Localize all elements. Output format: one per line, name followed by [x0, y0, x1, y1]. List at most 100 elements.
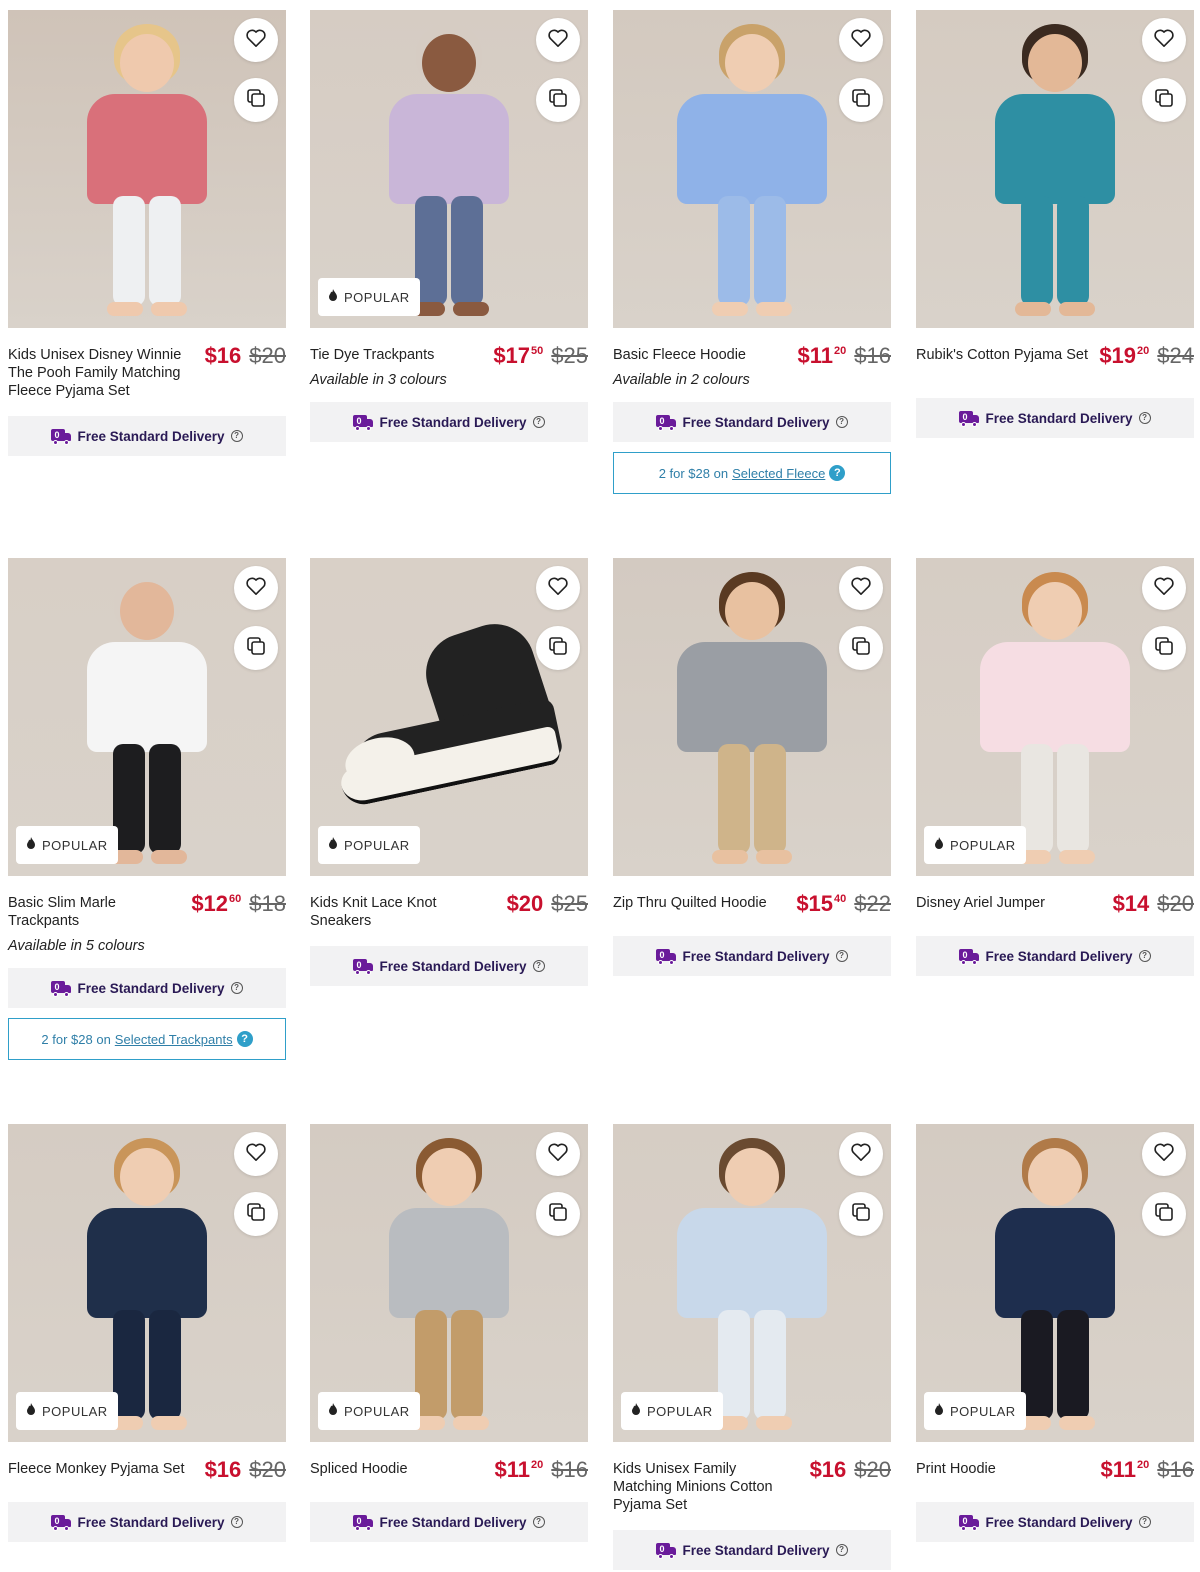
product-name[interactable]: Disney Ariel Jumper: [916, 894, 1096, 912]
product-image[interactable]: [613, 10, 891, 328]
help-icon[interactable]: ?: [230, 982, 243, 994]
product-name[interactable]: Kids Unisex Family Matching Minions Cott…: [613, 1460, 793, 1514]
product-name[interactable]: Rubik's Cotton Pyjama Set: [916, 346, 1096, 364]
product-name[interactable]: Fleece Monkey Pyjama Set: [8, 1460, 188, 1478]
was-price: $18: [249, 891, 286, 916]
compare-button[interactable]: [839, 1192, 883, 1236]
wishlist-heart-button[interactable]: [839, 18, 883, 62]
product-card[interactable]: POPULAR Disney Ariel Jumper $14 $20 0 Fr…: [916, 558, 1194, 976]
help-icon[interactable]: ?: [835, 416, 848, 428]
product-name[interactable]: Print Hoodie: [916, 1460, 1096, 1478]
wishlist-heart-button[interactable]: [839, 1132, 883, 1176]
product-image[interactable]: [8, 10, 286, 328]
compare-button[interactable]: [1142, 626, 1186, 670]
popular-label: POPULAR: [42, 1403, 108, 1419]
product-card[interactable]: POPULAR Fleece Monkey Pyjama Set $16 $20…: [8, 1124, 286, 1542]
compare-button[interactable]: [839, 78, 883, 122]
popular-badge: POPULAR: [318, 278, 420, 316]
product-image[interactable]: POPULAR: [310, 10, 588, 328]
was-price: $24: [1157, 343, 1194, 368]
help-icon[interactable]: ?: [1138, 412, 1151, 424]
product-name[interactable]: Spliced Hoodie: [310, 1460, 490, 1478]
wishlist-heart-button[interactable]: [234, 18, 278, 62]
product-image[interactable]: POPULAR: [916, 558, 1194, 876]
product-image[interactable]: POPULAR: [8, 1124, 286, 1442]
product-name[interactable]: Tie Dye Trackpants: [310, 346, 490, 364]
price-block: $19 20 $24: [1099, 344, 1194, 368]
product-name[interactable]: Zip Thru Quilted Hoodie: [613, 894, 793, 912]
promo-link[interactable]: Selected Fleece: [732, 466, 825, 481]
multibuy-promo[interactable]: 2 for $28 on Selected Trackpants?: [8, 1018, 286, 1060]
heart-icon: [850, 1142, 872, 1167]
compare-button[interactable]: [234, 626, 278, 670]
heart-icon: [1153, 1142, 1175, 1167]
help-icon[interactable]: ?: [835, 950, 848, 962]
product-card[interactable]: Basic Fleece Hoodie $11 20 $16 Available …: [613, 10, 891, 494]
help-icon[interactable]: ?: [532, 1516, 545, 1528]
promo-prefix: 2 for $28 on: [41, 1031, 111, 1047]
info-icon[interactable]: ?: [829, 465, 846, 481]
info-icon[interactable]: ?: [236, 1031, 253, 1047]
delivery-label: Free Standard Delivery: [379, 414, 527, 430]
product-card[interactable]: Rubik's Cotton Pyjama Set $19 20 $24 0 Fr…: [916, 10, 1194, 438]
product-card[interactable]: POPULAR Print Hoodie $11 20 $16 0 Free St…: [916, 1124, 1194, 1542]
compare-icon: [548, 636, 568, 661]
product-card[interactable]: Zip Thru Quilted Hoodie $15 40 $22 0 Free…: [613, 558, 891, 976]
product-name[interactable]: Basic Slim Marle Trackpants: [8, 894, 188, 930]
delivery-label: Free Standard Delivery: [985, 948, 1133, 964]
product-card[interactable]: POPULAR Kids Knit Lace Knot Sneakers $20…: [310, 558, 588, 986]
promo-link[interactable]: Selected Trackpants: [115, 1032, 233, 1047]
help-icon[interactable]: ?: [532, 960, 545, 972]
compare-button[interactable]: [536, 1192, 580, 1236]
product-card[interactable]: POPULAR Tie Dye Trackpants $17 50 $25 Ava…: [310, 10, 588, 442]
price-dollars: $16: [809, 1457, 847, 1482]
product-card[interactable]: Kids Unisex Disney Winnie The Pooh Famil…: [8, 10, 286, 456]
product-name[interactable]: Kids Knit Lace Knot Sneakers: [310, 894, 490, 930]
help-icon[interactable]: ?: [230, 430, 243, 442]
price-block: $16 $20: [205, 344, 286, 368]
product-image[interactable]: POPULAR: [310, 558, 588, 876]
price-block: $11 20 $16: [798, 344, 891, 368]
help-icon[interactable]: ?: [1138, 950, 1151, 962]
wishlist-heart-button[interactable]: [234, 1132, 278, 1176]
product-image[interactable]: [916, 10, 1194, 328]
product-name[interactable]: Kids Unisex Disney Winnie The Pooh Famil…: [8, 346, 188, 400]
help-icon[interactable]: ?: [230, 1516, 243, 1528]
product-image[interactable]: POPULAR: [613, 1124, 891, 1442]
compare-button[interactable]: [234, 78, 278, 122]
compare-button[interactable]: [536, 78, 580, 122]
help-icon[interactable]: ?: [1138, 1516, 1151, 1528]
heart-icon: [1153, 28, 1175, 53]
wishlist-heart-button[interactable]: [1142, 566, 1186, 610]
product-image[interactable]: POPULAR: [310, 1124, 588, 1442]
compare-button[interactable]: [1142, 78, 1186, 122]
product-image[interactable]: POPULAR: [8, 558, 286, 876]
wishlist-heart-button[interactable]: [1142, 1132, 1186, 1176]
help-icon[interactable]: ?: [532, 416, 545, 428]
free-delivery-banner: 0 Free Standard Delivery ?: [613, 936, 891, 976]
price-block: $12 60 $18: [191, 892, 286, 916]
compare-button[interactable]: [536, 626, 580, 670]
wishlist-heart-button[interactable]: [536, 566, 580, 610]
wishlist-heart-button[interactable]: [536, 1132, 580, 1176]
popular-badge: POPULAR: [16, 826, 118, 864]
multibuy-promo[interactable]: 2 for $28 on Selected Fleece?: [613, 452, 891, 494]
current-price: $12 60: [191, 892, 241, 916]
wishlist-heart-button[interactable]: [536, 18, 580, 62]
product-card[interactable]: POPULAR Spliced Hoodie $11 20 $16 0 Free …: [310, 1124, 588, 1542]
product-card[interactable]: POPULAR Kids Unisex Family Matching Mini…: [613, 1124, 891, 1570]
help-icon[interactable]: ?: [835, 1544, 848, 1556]
product-image[interactable]: [613, 558, 891, 876]
wishlist-heart-button[interactable]: [1142, 18, 1186, 62]
compare-button[interactable]: [1142, 1192, 1186, 1236]
wishlist-heart-button[interactable]: [234, 566, 278, 610]
product-card[interactable]: POPULAR Basic Slim Marle Trackpants $12 6…: [8, 558, 286, 1060]
compare-button[interactable]: [234, 1192, 278, 1236]
product-image[interactable]: POPULAR: [916, 1124, 1194, 1442]
compare-button[interactable]: [839, 626, 883, 670]
price-cents: 60: [229, 893, 242, 905]
compare-icon: [1154, 88, 1174, 113]
wishlist-heart-button[interactable]: [839, 566, 883, 610]
was-price: $16: [551, 1457, 588, 1482]
product-name[interactable]: Basic Fleece Hoodie: [613, 346, 793, 364]
